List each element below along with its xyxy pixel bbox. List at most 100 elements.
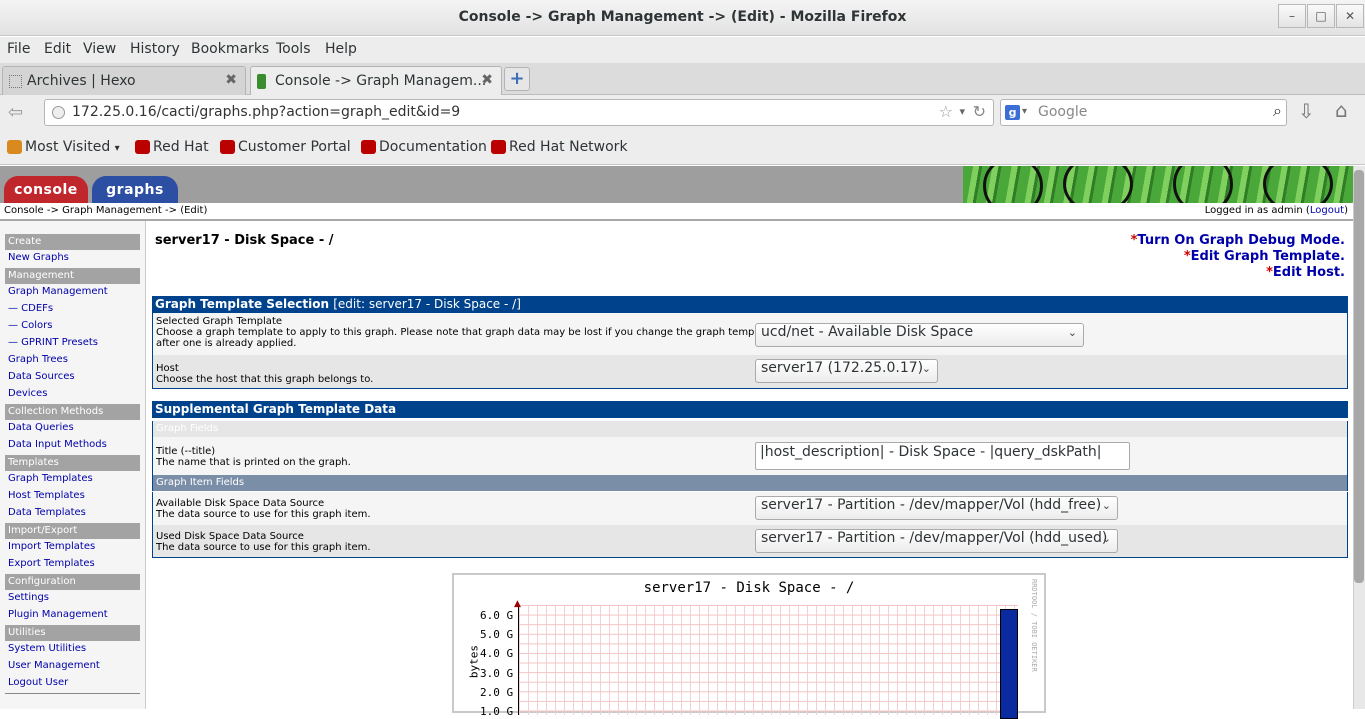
sidebar-item-user-management[interactable]: User Management: [8, 660, 100, 671]
menu-file[interactable]: File: [7, 41, 30, 57]
sidebar-item-host-templates[interactable]: Host Templates: [8, 490, 85, 501]
logout-link[interactable]: Logout: [1310, 205, 1344, 216]
sidebar-item-import-templates[interactable]: Import Templates: [8, 541, 95, 552]
menu-edit[interactable]: Edit: [44, 41, 71, 57]
search-icon[interactable]: ⌕: [1273, 101, 1282, 121]
graph-title: server17 - Disk Space - /: [643, 580, 855, 596]
title-input[interactable]: |host_description| - Disk Space - |query…: [755, 442, 1130, 470]
back-arrow-icon[interactable]: ⇦: [8, 102, 23, 123]
bookmarks-toolbar: Most Visited ▾ Red Hat Customer Portal D…: [0, 131, 1365, 165]
breadcrumb-trail: Console -> Graph Management -> (Edit): [4, 205, 207, 216]
reload-icon[interactable]: ↻: [973, 102, 986, 121]
graph-plot-area: [518, 605, 1018, 715]
graph-y-tick: 4.0 G: [480, 647, 514, 660]
sidebar-item-data-input-methods[interactable]: Data Input Methods: [8, 439, 107, 450]
bookmark-red-hat-network[interactable]: Red Hat Network: [491, 139, 628, 155]
home-icon[interactable]: ⌂: [1335, 98, 1348, 122]
tab-console[interactable]: console: [4, 176, 88, 203]
used-ds-select[interactable]: server17 - Partition - /dev/mapper/Vol (…: [755, 529, 1118, 553]
url-text: 172.25.0.16/cacti/graphs.php?action=grap…: [72, 104, 461, 120]
engine-dropdown-icon[interactable]: ▾: [1022, 106, 1027, 117]
scrollbar-thumb[interactable]: [1354, 170, 1364, 583]
sidebar: Create New Graphs Management Graph Manag…: [0, 221, 146, 709]
field-label: Host: [156, 363, 179, 374]
edit-host-link[interactable]: Edit Host.: [1273, 265, 1345, 280]
sidebar-item-cdefs[interactable]: — CDEFs: [8, 303, 53, 314]
maximize-icon[interactable]: □: [1307, 4, 1335, 28]
sidebar-item-plugin-management[interactable]: Plugin Management: [8, 609, 108, 620]
graph-watermark: RRDTOOL / TOBI OETIKER: [1030, 579, 1038, 672]
edit-graph-template-link[interactable]: Edit Graph Template.: [1191, 249, 1345, 264]
sidebar-item-system-utilities[interactable]: System Utilities: [8, 643, 86, 654]
field-description: The name that is printed on the graph.: [156, 457, 351, 468]
field-description: The data source to use for this graph it…: [156, 542, 371, 553]
select-value: server17 - Partition - /dev/mapper/Vol (…: [761, 530, 1108, 546]
breadcrumb-graph-management[interactable]: Graph Management: [62, 205, 162, 216]
window-title: Console -> Graph Management -> (Edit) - …: [458, 9, 907, 25]
google-icon[interactable]: g: [1005, 105, 1020, 120]
close-tab-icon[interactable]: ✖: [481, 72, 493, 88]
url-dropdown-icon[interactable]: ▾: [959, 105, 965, 118]
sidebar-item-export-templates[interactable]: Export Templates: [8, 558, 95, 569]
url-bar[interactable]: 172.25.0.16/cacti/graphs.php?action=grap…: [44, 99, 994, 126]
sidebar-item-new-graphs[interactable]: New Graphs: [8, 252, 69, 263]
sidebar-item-data-queries[interactable]: Data Queries: [8, 422, 74, 433]
breadcrumb-console[interactable]: Console: [4, 205, 44, 216]
search-bar[interactable]: g ▾ Google ⌕: [1000, 99, 1287, 126]
graph-item-fields-subheader: Graph Item Fields: [152, 475, 1348, 491]
sidebar-item-settings[interactable]: Settings: [8, 592, 49, 603]
menu-tools[interactable]: Tools: [276, 41, 311, 57]
menu-view[interactable]: View: [83, 41, 116, 57]
menu-help[interactable]: Help: [325, 41, 357, 57]
sidebar-item-devices[interactable]: Devices: [8, 388, 47, 399]
bookmark-label: Customer Portal: [238, 139, 351, 155]
tab-archives-hexo[interactable]: Archives | Hexo ✖: [2, 66, 246, 95]
download-icon[interactable]: ⇩: [1298, 99, 1315, 123]
menu-bookmarks[interactable]: Bookmarks: [191, 41, 269, 57]
bookmark-documentation[interactable]: Documentation: [361, 139, 487, 155]
field-label: Available Disk Space Data Source: [156, 498, 325, 509]
sidebar-item-logout-user[interactable]: Logout User: [8, 677, 68, 688]
sidebar-item-data-sources[interactable]: Data Sources: [8, 371, 75, 382]
graph-y-tick: 5.0 G: [480, 628, 514, 641]
close-window-icon[interactable]: ✕: [1336, 4, 1364, 28]
window-titlebar: Console -> Graph Management -> (Edit) - …: [0, 0, 1365, 36]
title-row: Title (--title) The name that is printed…: [152, 437, 1348, 475]
bookmark-most-visited[interactable]: Most Visited ▾: [7, 139, 120, 155]
field-label: Used Disk Space Data Source: [156, 531, 304, 542]
chevron-down-icon: ⌄: [1067, 326, 1077, 339]
cacti-icon: [257, 74, 266, 89]
field-description: Choose the host that this graph belongs …: [156, 374, 374, 385]
breadcrumb: Console -> Graph Management -> (Edit) Lo…: [0, 203, 1353, 221]
graph-y-axis-label: bytes: [467, 644, 481, 679]
debug-mode-link[interactable]: Turn On Graph Debug Mode.: [1137, 233, 1345, 248]
close-tab-icon[interactable]: ✖: [225, 72, 237, 88]
tab-graphs[interactable]: graphs: [92, 176, 178, 203]
folder-icon: [7, 140, 22, 154]
sidebar-item-colors[interactable]: — Colors: [8, 320, 53, 331]
required-star: *: [1266, 265, 1273, 280]
chevron-down-icon: ⌄: [1101, 499, 1111, 512]
bookmark-red-hat[interactable]: Red Hat: [135, 139, 209, 155]
page-title: server17 - Disk Space - /: [155, 233, 334, 248]
available-ds-select[interactable]: server17 - Partition - /dev/mapper/Vol (…: [755, 496, 1118, 520]
minimize-icon[interactable]: –: [1278, 4, 1306, 28]
graph-bar: [1000, 609, 1018, 719]
sidebar-item-graph-management[interactable]: Graph Management: [8, 286, 108, 297]
host-select[interactable]: server17 (172.25.0.17) ⌄: [755, 359, 938, 383]
sidebar-header-utilities: Utilities: [5, 625, 140, 641]
graph-template-select[interactable]: ucd/net - Available Disk Space ⌄: [755, 323, 1084, 347]
menu-bar: File Edit View History Bookmarks Tools H…: [0, 37, 1365, 63]
tab-graph-management[interactable]: Console -> Graph Managem... ✖: [250, 66, 502, 95]
bookmark-customer-portal[interactable]: Customer Portal: [220, 139, 351, 155]
sidebar-item-data-templates[interactable]: Data Templates: [8, 507, 86, 518]
new-tab-button[interactable]: +: [504, 67, 530, 91]
graph-image[interactable]: server17 - Disk Space - / bytes 6.0 G 5.…: [452, 573, 1046, 719]
sidebar-item-gprint-presets[interactable]: — GPRINT Presets: [8, 337, 98, 348]
sidebar-item-graph-trees[interactable]: Graph Trees: [8, 354, 68, 365]
used-ds-row: Used Disk Space Data Source The data sou…: [152, 525, 1348, 558]
sidebar-item-graph-templates[interactable]: Graph Templates: [8, 473, 93, 484]
menu-history[interactable]: History: [130, 41, 180, 57]
chevron-down-icon: ⌄: [1101, 532, 1111, 545]
bookmark-star-icon[interactable]: ☆: [939, 102, 953, 121]
